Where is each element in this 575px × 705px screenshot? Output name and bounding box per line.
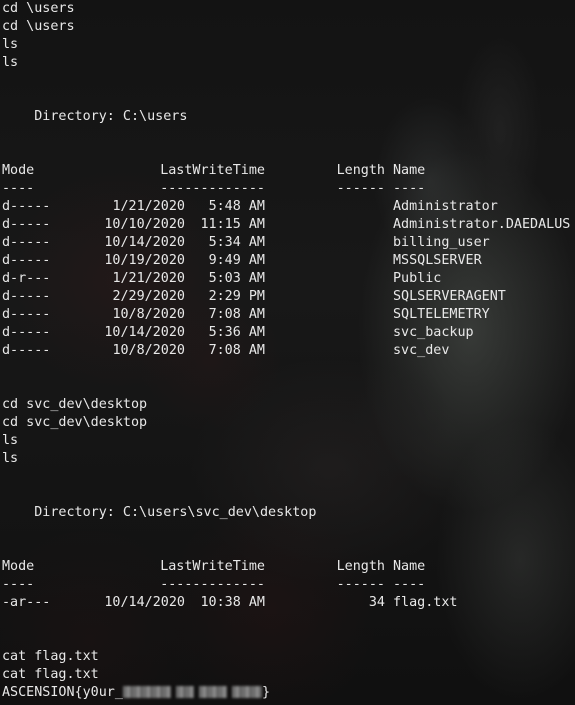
entry-name: svc_dev [393, 343, 450, 358]
command-line: cd svc_dev\desktop [2, 397, 148, 412]
entry-date: 10/14/2020 [104, 325, 185, 340]
entry-date: 1/21/2020 [112, 271, 185, 286]
flag-output: ASCENSION{y0ur_} [2, 684, 575, 702]
entry-name: svc_backup [393, 325, 474, 340]
listing-header: Mode LastWriteTime Length Name [2, 162, 575, 180]
entry-mode: d----- [2, 325, 51, 340]
entry-name: Administrator [393, 199, 498, 214]
entry-date: 10/14/2020 [104, 235, 185, 250]
directory-heading: Directory: C:\users [2, 109, 188, 124]
header-name: Name [393, 163, 426, 178]
listing-row: -ar--- 10/14/2020 10:38 AM 34 flag.txt [2, 594, 575, 612]
entry-name: SQLSERVERAGENT [393, 289, 506, 304]
command-line: cat flag.txt [2, 667, 99, 682]
entry-length: 34 [368, 595, 385, 610]
command-line: ls [2, 55, 19, 70]
listing-header-underline: ---- ------------- ------ ---- [2, 181, 426, 196]
entry-time: 11:15 AM [200, 217, 266, 232]
entry-date: 1/21/2020 [112, 199, 185, 214]
command-line: cat flag.txt [2, 649, 99, 664]
redacted-flag [122, 686, 171, 698]
redacted-flag [231, 686, 262, 698]
entry-mode: -ar--- [2, 595, 51, 610]
entry-mode: d----- [2, 253, 51, 268]
entry-time: 5:34 AM [208, 235, 265, 250]
entry-time: 9:49 AM [208, 253, 265, 268]
header-lastwritetime: LastWriteTime [160, 163, 265, 178]
listing-row: d----- 1/21/2020 5:48 AM Administrator [2, 198, 575, 216]
listing-row: d----- 10/14/2020 5:36 AM svc_backup [2, 324, 575, 342]
command-line: ls [2, 37, 19, 52]
header-mode: Mode [2, 163, 35, 178]
listing-header-underline: ---- ------------- ------ ---- [2, 577, 426, 592]
entry-name: flag.txt [393, 595, 458, 610]
header-mode: Mode [2, 559, 35, 574]
entry-date: 10/8/2020 [112, 343, 185, 358]
entry-time: 5:36 AM [208, 325, 265, 340]
listing-row: d----- 10/14/2020 5:34 AM billing_user [2, 234, 575, 252]
directory-heading: Directory: C:\users\svc_dev\desktop [2, 505, 317, 520]
entry-mode: d----- [2, 217, 51, 232]
entry-mode: d----- [2, 343, 51, 358]
listing-row: d-r--- 1/21/2020 5:03 AM Public [2, 270, 575, 288]
entry-date: 10/14/2020 [104, 595, 185, 610]
entry-mode: d----- [2, 199, 51, 214]
listing-row: d----- 10/8/2020 7:08 AM svc_dev [2, 342, 575, 360]
header-name: Name [393, 559, 426, 574]
entry-time: 10:38 AM [200, 595, 266, 610]
entry-time: 7:08 AM [208, 343, 265, 358]
header-length: Length [336, 559, 385, 574]
command-line: cd \users [2, 1, 75, 16]
redacted-flag [175, 686, 194, 698]
entry-date: 10/19/2020 [104, 253, 185, 268]
entry-name: Public [393, 271, 442, 286]
entry-name: SQLTELEMETRY [393, 307, 490, 322]
header-lastwritetime: LastWriteTime [160, 559, 265, 574]
entry-name: MSSQLSERVER [393, 253, 482, 268]
command-line: ls [2, 433, 19, 448]
listing-header: Mode LastWriteTime Length Name [2, 558, 575, 576]
entry-date: 10/10/2020 [104, 217, 185, 232]
entry-mode: d-r--- [2, 271, 51, 286]
command-line: ls [2, 451, 19, 466]
entry-mode: d----- [2, 235, 51, 250]
redacted-flag [198, 686, 227, 698]
command-line: cd \users [2, 19, 75, 34]
listing-row: d----- 10/19/2020 9:49 AM MSSQLSERVER [2, 252, 575, 270]
flag-suffix: } [261, 685, 270, 700]
entry-time: 5:48 AM [208, 199, 265, 214]
entry-time: 5:03 AM [208, 271, 265, 286]
entry-mode: d----- [2, 289, 51, 304]
header-length: Length [336, 163, 385, 178]
entry-date: 10/8/2020 [112, 307, 185, 322]
listing-row: d----- 10/10/2020 11:15 AM Administrator.DA… [2, 216, 575, 234]
flag-prefix: ASCENSION{y0ur_ [2, 685, 123, 700]
listing-row: d----- 2/29/2020 2:29 PM SQLSERVERAGENT [2, 288, 575, 306]
entry-time: 7:08 AM [208, 307, 265, 322]
terminal-output[interactable]: cd \users cd \users ls ls Directory: C:\… [2, 0, 575, 705]
entry-name: billing_user [393, 235, 490, 250]
entry-time: 2:29 PM [208, 289, 265, 304]
entry-name: Administrator.DAEDALUS [393, 217, 571, 232]
listing-row: d----- 10/8/2020 7:08 AM SQLTELEMETRY [2, 306, 575, 324]
command-line: cd svc_dev\desktop [2, 415, 148, 430]
entry-mode: d----- [2, 307, 51, 322]
entry-date: 2/29/2020 [112, 289, 185, 304]
